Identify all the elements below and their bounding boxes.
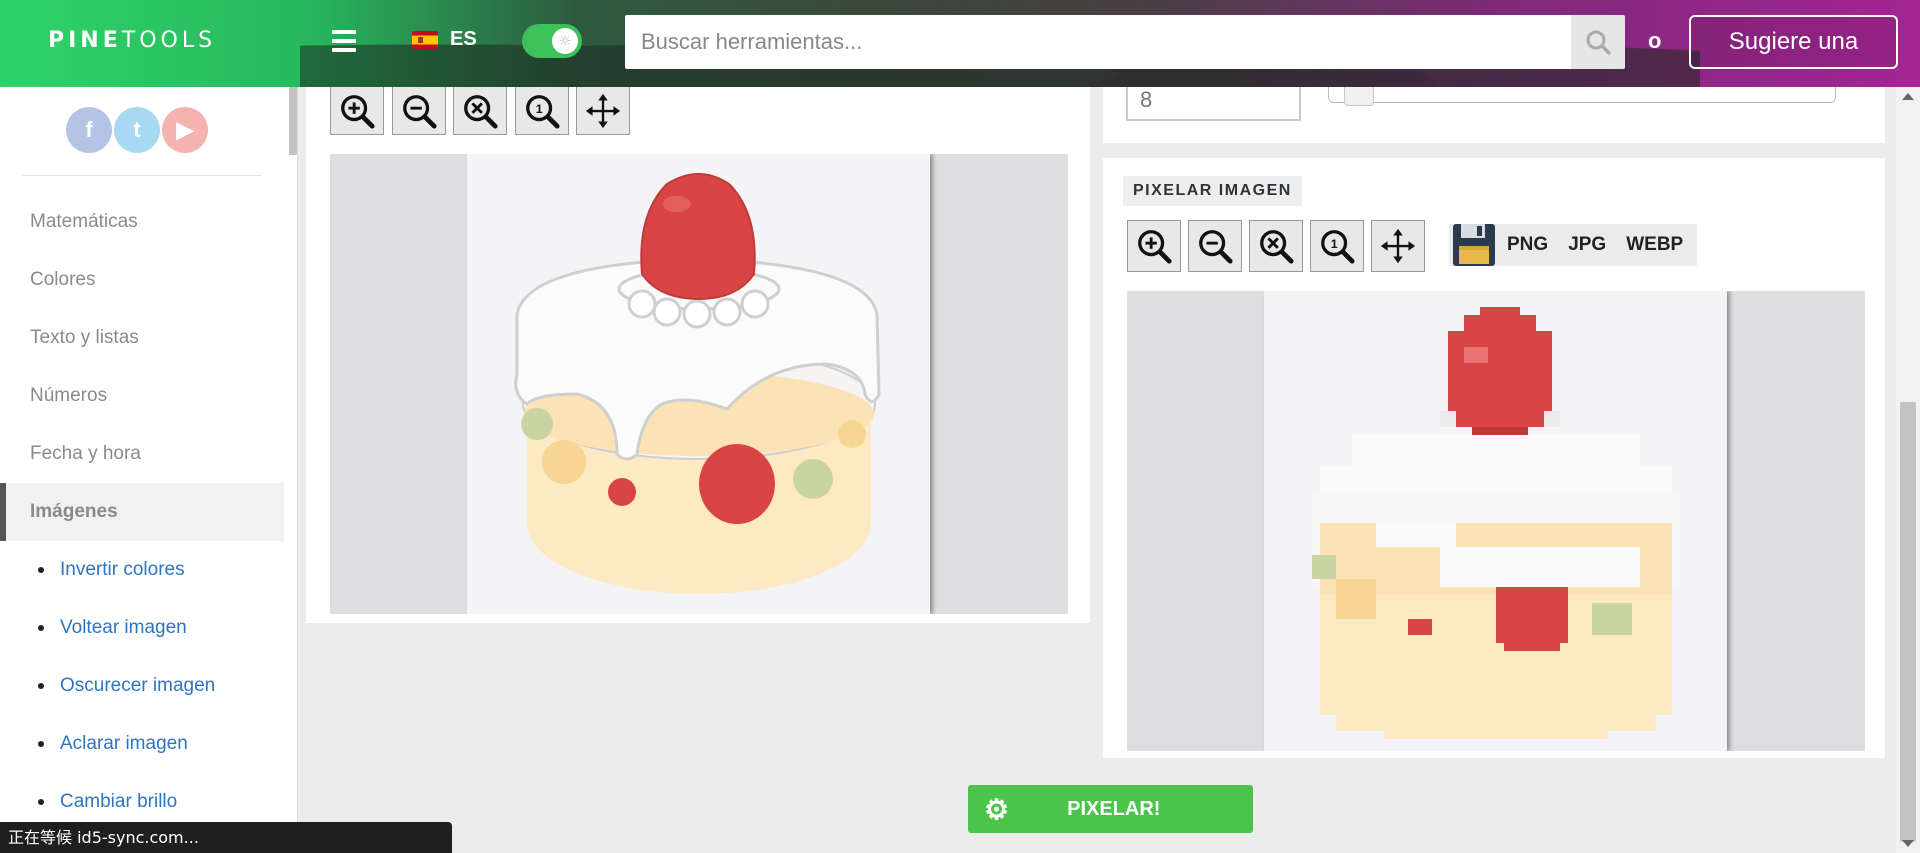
language-label: ES (450, 28, 477, 50)
move-arrows-icon (1380, 228, 1416, 264)
pixel-size-slider[interactable] (1328, 87, 1836, 103)
pixel-size-input[interactable]: 8 (1126, 87, 1301, 121)
gear-icon: ⚙ (984, 793, 1010, 825)
output-move-button[interactable] (1371, 220, 1425, 272)
download-jpg-button[interactable]: JPG (1558, 234, 1616, 256)
sidebar-item-colores[interactable]: Colores (0, 251, 284, 309)
facebook-icon[interactable]: f (66, 107, 112, 153)
submenu-item-oscurecer-imagen[interactable]: Oscurecer imagen (0, 657, 284, 715)
output-zoom-in-button[interactable] (1127, 220, 1181, 272)
pinetools-logo[interactable]: PINETOOLS (48, 28, 216, 53)
svg-text:1: 1 (536, 101, 543, 115)
social-links: f t ▶ (66, 107, 208, 153)
pixelated-cake-image (1312, 307, 1680, 739)
zoom-reset-icon (1260, 230, 1294, 264)
sidebar-item-texto-listas[interactable]: Texto y listas (0, 309, 284, 367)
language-selector[interactable]: ES (412, 28, 477, 51)
sidebar-item-fecha-hora[interactable]: Fecha y hora (0, 425, 284, 483)
save-floppy-icon[interactable] (1451, 222, 1497, 268)
youtube-icon[interactable]: ▶ (162, 107, 208, 153)
move-button[interactable] (576, 87, 630, 135)
sidebar-scrollbar[interactable] (289, 87, 297, 155)
zoom-one-to-one-icon: 1 (1321, 230, 1355, 264)
download-png-button[interactable]: PNG (1497, 234, 1558, 256)
scroll-down-arrow-icon[interactable] (1902, 840, 1914, 847)
output-zoom-reset-button[interactable] (1249, 220, 1303, 272)
zoom-one-to-one-icon: 1 (526, 94, 560, 129)
zoom-reset-button[interactable] (453, 87, 507, 135)
input-image-canvas[interactable] (330, 154, 1068, 614)
search-icon (1586, 30, 1611, 55)
suggest-button[interactable]: Sugiere una (1689, 15, 1898, 69)
pixelar-button[interactable]: ⚙ PIXELAR! (968, 785, 1253, 833)
sidebar: f t ▶ Matemáticas Colores Texto y listas… (0, 87, 298, 853)
output-image-panel: PIXELAR IMAGEN 1 PNG JPG WEBP (1103, 158, 1885, 758)
pixel-size-slider-thumb[interactable] (1344, 87, 1374, 106)
download-format-bar: PNG JPG WEBP (1449, 222, 1698, 268)
page-scrollbar[interactable] (1896, 87, 1920, 853)
output-zoom-actual-size-button[interactable]: 1 (1310, 220, 1364, 272)
submenu-item-voltear-imagen[interactable]: Voltear imagen (0, 599, 284, 657)
zoom-in-icon (341, 94, 375, 129)
zoom-out-icon (403, 94, 437, 129)
category-menu: Matemáticas Colores Texto y listas Númer… (0, 193, 284, 831)
or-label: o (1648, 28, 1662, 53)
sidebar-item-matematicas[interactable]: Matemáticas (0, 193, 284, 251)
output-image (1264, 291, 1727, 751)
zoom-actual-size-button[interactable]: 1 (515, 87, 569, 135)
cake-image (514, 173, 881, 594)
sidebar-item-numeros[interactable]: Números (0, 367, 284, 425)
zoom-in-icon (1138, 230, 1172, 264)
input-image (467, 154, 930, 614)
zoom-reset-icon (464, 94, 498, 129)
twitter-icon[interactable]: t (114, 107, 160, 153)
pixel-size-panel: 8 (1103, 87, 1885, 143)
sun-icon: ☼ (552, 28, 578, 54)
sidebar-item-imagenes[interactable]: Imágenes (0, 483, 284, 541)
theme-toggle[interactable]: ☼ (522, 24, 582, 58)
output-zoom-out-button[interactable] (1188, 220, 1242, 272)
download-webp-button[interactable]: WEBP (1616, 234, 1693, 256)
zoom-in-button[interactable] (330, 87, 384, 135)
pixelar-label: PIXELAR! (1067, 797, 1161, 820)
output-image-canvas[interactable] (1127, 291, 1865, 751)
sidebar-divider (22, 175, 262, 176)
submenu-item-invertir-colores[interactable]: Invertir colores (0, 541, 284, 599)
submenu-item-aclarar-imagen[interactable]: Aclarar imagen (0, 715, 284, 773)
search-button[interactable] (1571, 15, 1625, 69)
scroll-up-arrow-icon[interactable] (1902, 93, 1914, 100)
input-image-panel: 1 (306, 87, 1090, 623)
svg-text:1: 1 (1331, 237, 1338, 251)
spain-flag-icon (412, 30, 438, 49)
top-header: PINETOOLS ES ☼ o Sugiere una (0, 0, 1920, 87)
search-input[interactable] (625, 15, 1571, 69)
hamburger-menu-icon[interactable] (332, 30, 356, 52)
search-bar (625, 15, 1625, 69)
logo-thin-text: TOOLS (121, 28, 217, 53)
logo-bold-text: PINE (48, 28, 122, 53)
page-scrollbar-thumb[interactable] (1900, 402, 1916, 842)
zoom-out-icon (1199, 230, 1233, 264)
zoom-out-button[interactable] (392, 87, 446, 135)
output-section-title: PIXELAR IMAGEN (1123, 176, 1302, 206)
move-arrows-icon (585, 93, 621, 128)
browser-status-bar: 正在等候 id5-sync.com... (0, 822, 452, 853)
